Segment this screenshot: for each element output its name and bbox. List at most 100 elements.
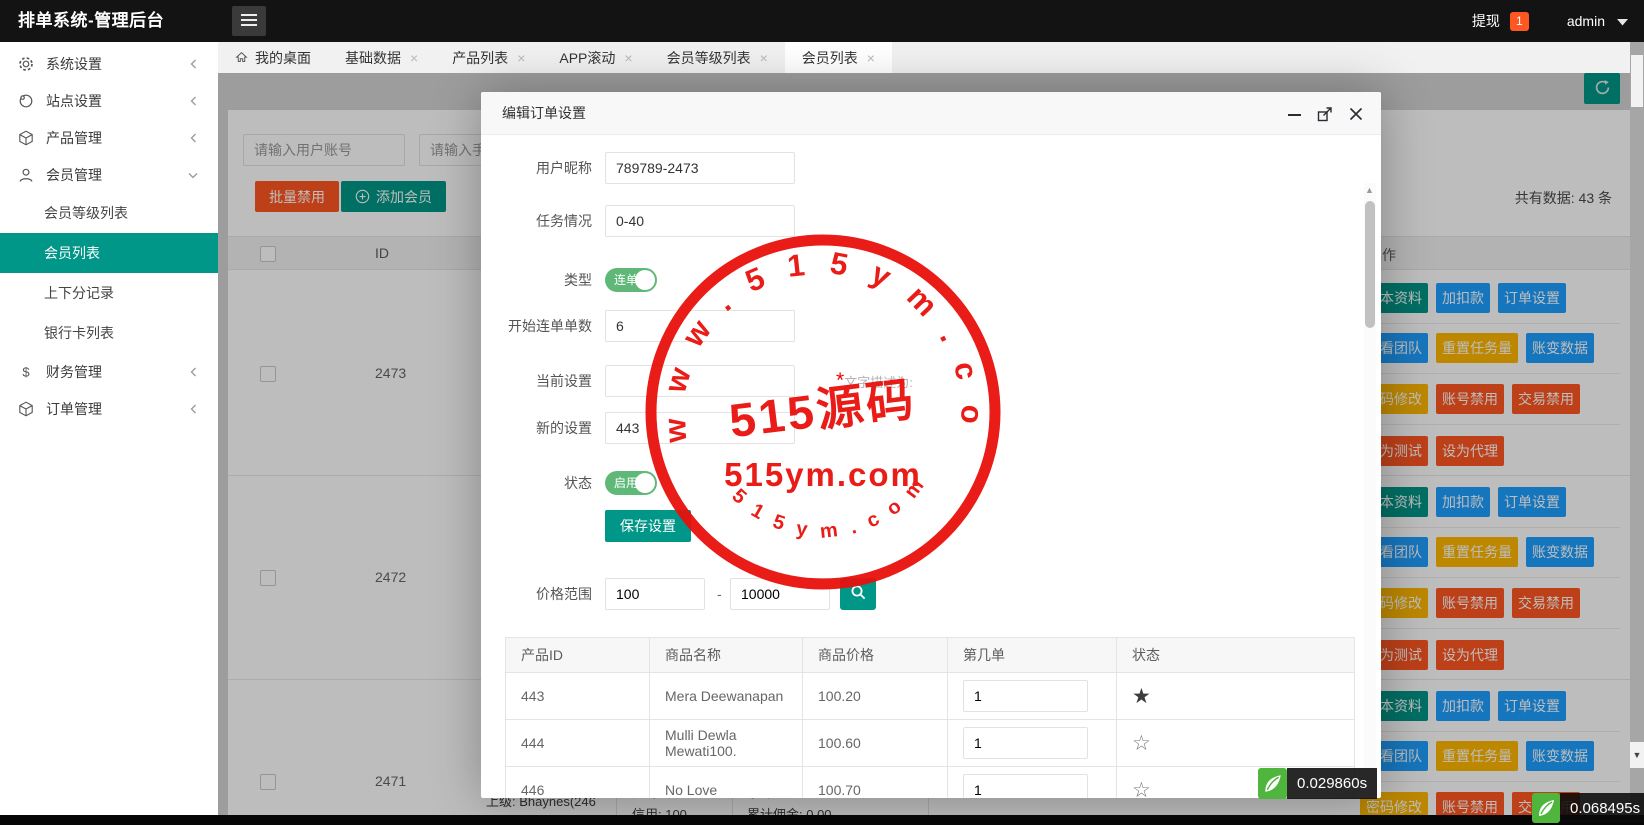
toggle-knob (635, 473, 655, 493)
scroll-up-icon[interactable]: ▲ (1365, 185, 1374, 195)
close-icon[interactable]: × (867, 51, 875, 65)
order-no-input[interactable] (963, 680, 1088, 712)
modal-title: 编辑订单设置 (502, 105, 586, 121)
sidebar-item-1[interactable]: 站点设置 (0, 82, 218, 119)
product-id-cell: 446 (505, 766, 650, 798)
user-menu[interactable]: admin (1567, 13, 1605, 29)
hamburger-icon[interactable] (232, 6, 266, 36)
product-id-cell: 444 (505, 719, 650, 767)
chevron-down-icon[interactable] (1617, 13, 1628, 29)
field-input[interactable] (605, 152, 795, 184)
field-input[interactable] (605, 310, 795, 342)
load-time-value: 0.068495s (1560, 793, 1644, 823)
sidebar-subitem-3-2[interactable]: 上下分记录 (0, 273, 218, 313)
product-table-header: 商品名称 (649, 637, 803, 673)
search-icon (850, 584, 867, 604)
chevron-left-icon (189, 130, 198, 146)
member-icon (18, 167, 34, 183)
sidebar-item-5[interactable]: 订单管理 (0, 390, 218, 427)
page-scrollbar-thumb[interactable] (1631, 55, 1643, 107)
sidebar-item-label: 财务管理 (46, 363, 102, 380)
sidebar-subitem-3-3[interactable]: 银行卡列表 (0, 313, 218, 353)
home-icon (235, 51, 248, 64)
withdraw-count-badge[interactable]: 1 (1509, 11, 1529, 31)
sidebar-item-4[interactable]: $ 财务管理 (0, 353, 218, 390)
product-name-cell: No Love (649, 766, 803, 798)
modal-scrollbar-thumb[interactable] (1365, 201, 1375, 328)
star-outline-icon[interactable]: ☆ (1132, 779, 1151, 799)
save-settings-button[interactable]: 保存设置 (605, 510, 691, 542)
modal-scrollbar[interactable]: ▲ (1364, 183, 1376, 798)
field-input[interactable] (605, 365, 795, 397)
tab-3[interactable]: APP滚动 × (542, 42, 649, 73)
product-name-cell: Mulli Dewla Mewati100. (649, 719, 803, 767)
page-scrollbar[interactable]: ▼ (1630, 42, 1644, 825)
field-label: 当前设置 (536, 373, 592, 389)
price-separator: - (717, 586, 722, 602)
load-time-value: 0.029860s (1287, 768, 1378, 799)
sidebar: 系统设置 站点设置 产品管理 会员管理 会员等级列表会员列表上下分记录银行卡列表 $ 财务管… (0, 42, 218, 825)
product-price-cell: 100.20 (802, 672, 948, 720)
close-icon[interactable]: × (624, 51, 632, 65)
close-icon[interactable]: × (410, 51, 418, 65)
product-table-header: 商品价格 (802, 637, 948, 673)
tab-bar: 我的桌面 基础数据 × 产品列表 × APP滚动 × 会员等级列表 × 会员列表 × (218, 42, 1630, 73)
order-no-cell (947, 719, 1117, 767)
field-label: 类型 (564, 272, 592, 288)
leaf-icon (1532, 793, 1560, 823)
maximize-icon[interactable] (1316, 105, 1334, 123)
scroll-down-icon[interactable]: ▼ (1630, 742, 1644, 768)
order-no-cell (947, 766, 1117, 798)
order-no-input[interactable] (963, 774, 1088, 798)
sidebar-subitem-3-0[interactable]: 会员等级列表 (0, 193, 218, 233)
load-time-badge: 0.068495s (1532, 793, 1644, 823)
tab-0[interactable]: 我的桌面 (218, 42, 328, 73)
star-outline-icon[interactable]: ☆ (1132, 732, 1151, 755)
order-icon (18, 401, 34, 417)
product-table-row: 446No Love100.70 ☆ (505, 766, 1355, 799)
toggle-switch[interactable]: 连单 (605, 268, 657, 292)
finance-icon: $ (18, 364, 34, 380)
product-table-header: 产品ID (505, 637, 650, 673)
chevron-left-icon (189, 401, 198, 417)
price-min-input[interactable] (605, 578, 705, 610)
sidebar-subitem-3-1[interactable]: 会员列表 (0, 233, 218, 273)
sidebar-item-0[interactable]: 系统设置 (0, 45, 218, 82)
order-no-input[interactable] (963, 727, 1088, 759)
withdraw-link[interactable]: 提现 (1472, 11, 1500, 31)
field-label: 开始连单单数 (508, 318, 592, 334)
product-table: 产品ID 商品名称 商品价格 第几单 状态 443 Mera Deewanapan 100.… (505, 637, 1355, 798)
sidebar-subitem-label: 上下分记录 (44, 285, 114, 301)
sidebar-item-3[interactable]: 会员管理 (0, 156, 218, 193)
field-input[interactable] (605, 412, 795, 444)
app-title: 排单系统-管理后台 (18, 11, 165, 30)
field-input[interactable] (605, 205, 795, 237)
tab-2[interactable]: 产品列表 × (435, 42, 542, 73)
tab-label: 产品列表 (452, 49, 509, 66)
tab-4[interactable]: 会员等级列表 × (650, 42, 785, 73)
toggle-switch[interactable]: 启用 (605, 471, 657, 495)
star-filled-icon[interactable]: ★ (1132, 685, 1151, 708)
price-max-input[interactable] (730, 578, 830, 610)
minimize-icon[interactable] (1285, 105, 1303, 123)
product-table-row: 444Mulli Dewla Mewati100.100.60 ☆ (505, 719, 1355, 767)
status-cell: ☆ (1116, 719, 1355, 767)
product-icon (18, 130, 34, 146)
close-icon[interactable]: × (517, 51, 525, 65)
gear-icon (18, 56, 34, 72)
sidebar-subitem-label: 会员列表 (44, 245, 100, 261)
field-label: 新的设置 (536, 420, 592, 436)
search-button[interactable] (840, 578, 876, 610)
close-icon[interactable] (1347, 105, 1365, 123)
field-label: 用户昵称 (536, 160, 592, 176)
bottom-strip (0, 815, 1644, 825)
tab-5[interactable]: 会员列表 × (784, 42, 892, 73)
close-icon[interactable]: × (760, 51, 768, 65)
tab-1[interactable]: 基础数据 × (328, 42, 435, 73)
sidebar-item-2[interactable]: 产品管理 (0, 119, 218, 156)
sidebar-subitem-label: 银行卡列表 (44, 325, 114, 341)
product-id-cell: 443 (505, 672, 650, 720)
order-no-cell (947, 672, 1117, 720)
load-time-badge: 0.029860s (1258, 768, 1378, 799)
field-label: 任务情况 (536, 213, 592, 229)
